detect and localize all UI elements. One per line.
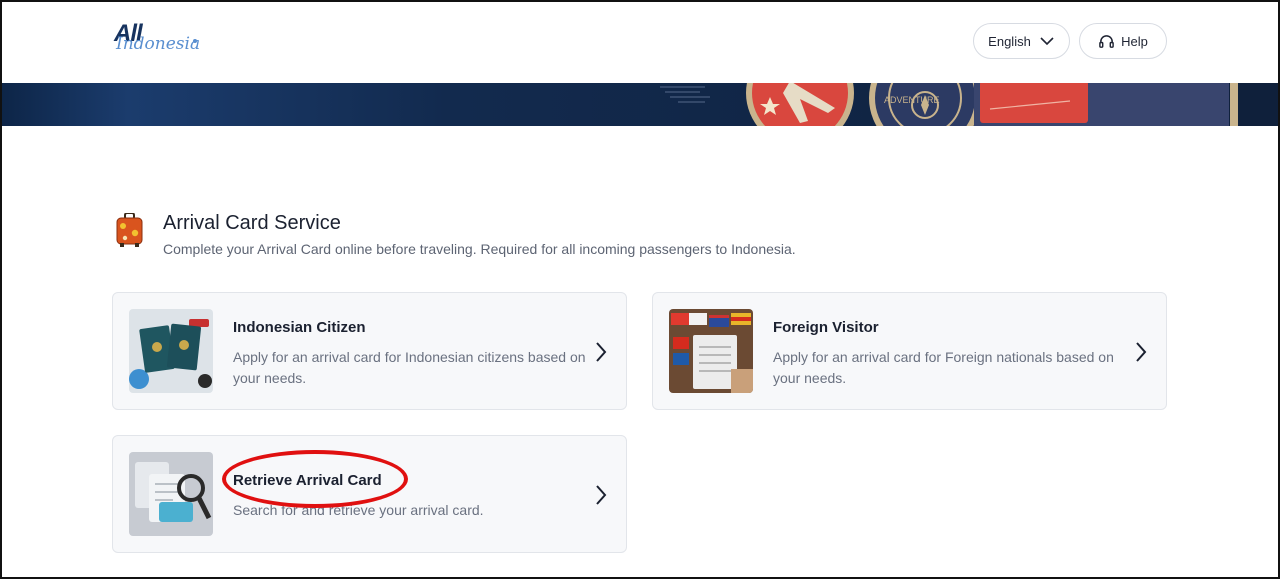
language-selector[interactable]: English <box>973 23 1070 59</box>
help-button[interactable]: Help <box>1079 23 1167 59</box>
annotation-highlight-ellipse <box>222 450 408 508</box>
headset-icon <box>1099 34 1114 48</box>
allindonesia-logo[interactable]: All Indonesia <box>114 18 204 62</box>
site-header: All Indonesia English Help <box>0 0 1280 83</box>
logo-secondary-text: Indonesia <box>116 34 201 54</box>
suitcase-icon <box>116 213 143 247</box>
card-description: Apply for an arrival card for Indonesian… <box>233 349 586 386</box>
card-title: Foreign Visitor <box>773 319 879 336</box>
foreign-visitor-card[interactable]: Foreign Visitor Apply for an arrival car… <box>652 292 1167 410</box>
chevron-right-icon[interactable] <box>1134 341 1148 363</box>
chevron-down-icon <box>1040 37 1054 46</box>
chevron-right-icon[interactable] <box>594 484 608 506</box>
card-description: Apply for an arrival card for Foreign na… <box>773 349 1114 386</box>
hero-banner: ADVENTURE <box>0 83 1280 126</box>
card-title: Indonesian Citizen <box>233 319 366 336</box>
passport-image <box>129 309 213 393</box>
travel-stamps-illustration: ADVENTURE <box>660 83 1280 126</box>
chevron-right-icon[interactable] <box>594 341 608 363</box>
document-search-image <box>129 452 213 536</box>
svg-text:ADVENTURE: ADVENTURE <box>884 95 940 105</box>
help-label: Help <box>1121 33 1148 49</box>
language-label: English <box>988 33 1031 49</box>
section-title: Arrival Card Service <box>163 212 341 234</box>
section-description: Complete your Arrival Card online before… <box>163 241 796 257</box>
indonesian-citizen-card[interactable]: Indonesian Citizen Apply for an arrival … <box>112 292 627 410</box>
flags-form-image <box>669 309 753 393</box>
logo-dot <box>193 39 197 43</box>
